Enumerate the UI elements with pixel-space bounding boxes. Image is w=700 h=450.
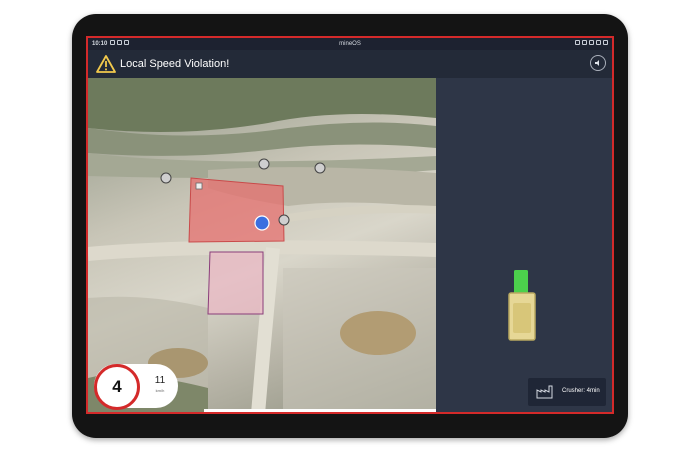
map-marker[interactable]: [195, 182, 203, 190]
wifi-icon: [575, 40, 580, 45]
speed-limit-sign: 4: [94, 364, 140, 410]
truck-load: [513, 303, 531, 333]
screen-icon: [582, 40, 587, 45]
map-marker[interactable]: [314, 162, 326, 174]
current-speed: 11: [154, 375, 166, 386]
truck-cab-icon: [514, 270, 528, 294]
battery-icon: [603, 40, 608, 45]
app-screen: 10:10 mineOS Local Speed Violation! 4 11…: [86, 36, 614, 414]
map-marker[interactable]: [160, 172, 172, 184]
app-name: mineOS: [339, 41, 361, 47]
right-panel: Crusher: 4min: [436, 78, 612, 412]
crusher-eta-chip[interactable]: Crusher: 4min: [528, 378, 606, 406]
warning-icon: [96, 55, 116, 73]
haul-road: [287, 205, 436, 222]
bottom-strip: [204, 409, 436, 412]
status-icons-right: [575, 40, 608, 45]
map-marker[interactable]: [278, 214, 290, 226]
map-marker[interactable]: [258, 158, 270, 170]
sound-button[interactable]: [590, 55, 606, 71]
factory-icon: [536, 385, 553, 399]
satellite-map[interactable]: 4 11 km/h: [88, 78, 436, 412]
grid-icon: [589, 40, 594, 45]
speaker-icon: [595, 60, 599, 66]
crusher-eta-label: Crusher: 4min: [562, 388, 600, 394]
speed-violation-zone[interactable]: [188, 177, 285, 243]
speed-limit-value: 4: [112, 377, 122, 396]
truck-view: [508, 270, 536, 341]
alert-bar: Local Speed Violation!: [88, 50, 612, 78]
speed-unit: km/h: [155, 388, 165, 393]
speed-indicator: 4 11 km/h: [94, 364, 178, 410]
alert-title: Local Speed Violation!: [120, 58, 230, 70]
window-icon: [596, 40, 601, 45]
tablet-frame: 10:10 mineOS Local Speed Violation! 4 11…: [72, 14, 628, 438]
status-bar: 10:10 mineOS: [88, 38, 612, 50]
vehicle-position-icon: [254, 215, 270, 231]
speed-zone[interactable]: [207, 251, 264, 315]
stockpile: [340, 311, 416, 355]
